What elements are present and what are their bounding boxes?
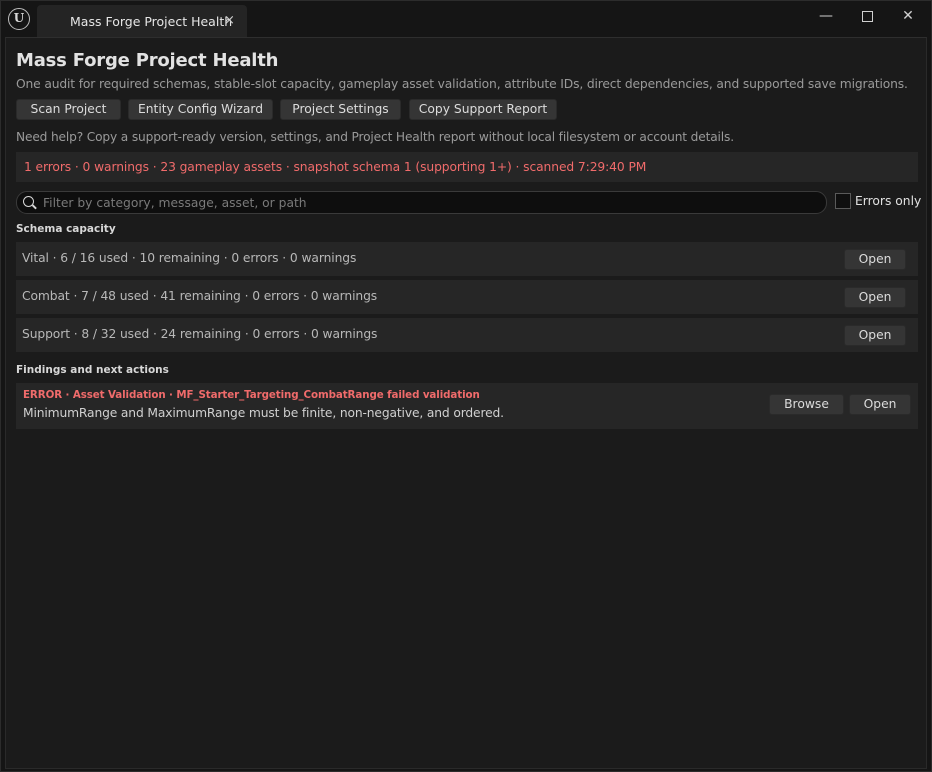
schema-row-combat: Combat · 7 / 48 used · 41 remaining · 0 … [16, 280, 918, 314]
project-settings-button[interactable]: Project Settings [280, 99, 401, 120]
filter-input[interactable] [43, 194, 813, 211]
errors-only-checkbox[interactable] [835, 193, 851, 209]
schema-row-text: Support · 8 / 32 used · 24 remaining · 0… [22, 327, 378, 341]
help-text: Need help? Copy a support-ready version,… [16, 130, 734, 144]
open-support-button[interactable]: Open [844, 325, 906, 346]
project-health-panel: Mass Forge Project Health One audit for … [5, 37, 927, 769]
editor-window: U Mass Forge Project Health × — ✕ Mass F… [0, 0, 932, 772]
open-combat-button[interactable]: Open [844, 287, 906, 308]
finding-message: MinimumRange and MaximumRange must be fi… [23, 406, 504, 420]
scan-project-button[interactable]: Scan Project [16, 99, 121, 120]
maximize-icon [861, 11, 873, 22]
schema-row-text: Vital · 6 / 16 used · 10 remaining · 0 e… [22, 251, 357, 265]
copy-support-report-button[interactable]: Copy Support Report [409, 99, 557, 120]
schema-row-vital: Vital · 6 / 16 used · 10 remaining · 0 e… [16, 242, 918, 276]
maximize-button[interactable] [853, 6, 881, 28]
close-window-button[interactable]: ✕ [894, 6, 922, 28]
scan-summary-bar: 1 errors · 0 warnings · 23 gameplay asse… [16, 152, 918, 182]
tab-label: Mass Forge Project Health [70, 14, 233, 29]
filter-search-box[interactable] [16, 191, 827, 214]
title-bar: U Mass Forge Project Health × — ✕ [1, 1, 931, 37]
unreal-logo-icon: U [8, 8, 30, 30]
finding-title: ERROR · Asset Validation · MF_Starter_Ta… [23, 389, 480, 401]
schema-capacity-heading: Schema capacity [16, 223, 116, 235]
errors-only-label: Errors only [855, 194, 922, 208]
scan-summary-text: 1 errors · 0 warnings · 23 gameplay asse… [24, 160, 647, 174]
tab-mass-forge-project-health[interactable]: Mass Forge Project Health × [37, 5, 247, 37]
open-vital-button[interactable]: Open [844, 249, 906, 270]
page-title: Mass Forge Project Health [16, 50, 279, 71]
findings-heading: Findings and next actions [16, 364, 169, 376]
page-subtitle: One audit for required schemas, stable-s… [16, 77, 908, 91]
finding-row: ERROR · Asset Validation · MF_Starter_Ta… [16, 383, 918, 429]
search-icon [23, 196, 34, 207]
schema-row-text: Combat · 7 / 48 used · 41 remaining · 0 … [22, 289, 378, 303]
open-finding-button[interactable]: Open [849, 394, 911, 415]
minimize-button[interactable]: — [812, 6, 840, 28]
tab-close-icon[interactable]: × [224, 13, 235, 28]
schema-row-support: Support · 8 / 32 used · 24 remaining · 0… [16, 318, 918, 352]
browse-button[interactable]: Browse [769, 394, 844, 415]
entity-config-wizard-button[interactable]: Entity Config Wizard [128, 99, 273, 120]
